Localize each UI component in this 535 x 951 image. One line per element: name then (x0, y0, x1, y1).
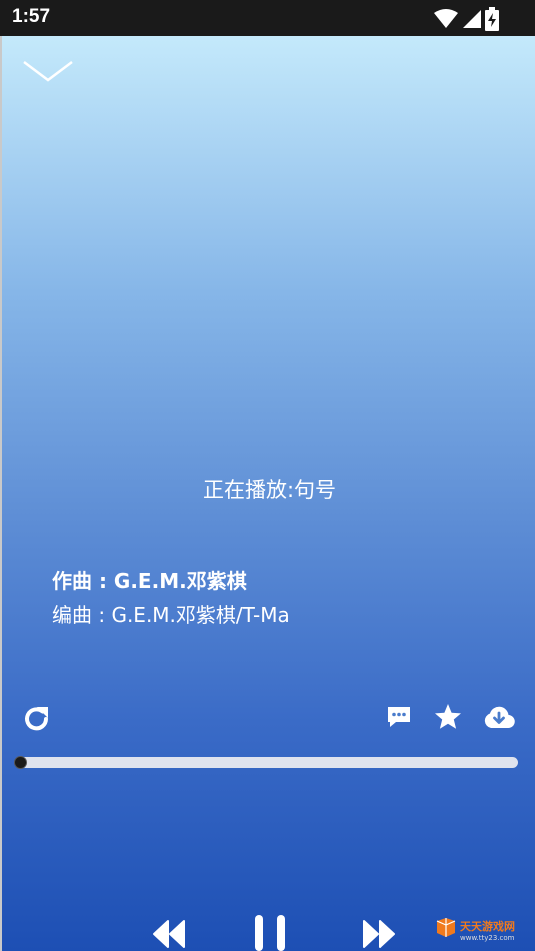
status-icons (433, 7, 499, 31)
arranger-credit: 编曲 : G.E.M.邓紫棋/T-Ma (52, 603, 290, 627)
player-screen: 正在播放:句号 作曲 : G.E.M.邓紫棋 编曲 : G.E.M.邓紫棋/T-… (0, 36, 535, 951)
composer-credit: 作曲 : G.E.M.邓紫棋 (52, 569, 247, 593)
download-cloud-icon[interactable] (483, 704, 515, 730)
watermark-title: 天天游戏网 (460, 919, 515, 933)
watermark-url: www.tty23.com (460, 934, 515, 942)
status-bar: 1:57 (0, 0, 535, 36)
now-playing-label: 正在播放:句号 (202, 478, 337, 502)
song-credits: 作曲 : G.E.M.邓紫棋 编曲 : G.E.M.邓紫棋/T-Ma (52, 564, 290, 632)
battery-charging-icon (485, 7, 499, 31)
favorite-star-icon[interactable] (434, 703, 462, 731)
collapse-chevron-icon[interactable] (22, 58, 74, 86)
wifi-icon (434, 9, 458, 28)
status-time: 1:57 (12, 6, 51, 27)
signal-icon (463, 10, 481, 28)
repeat-icon[interactable] (22, 704, 52, 734)
next-icon[interactable] (362, 919, 396, 949)
previous-icon[interactable] (152, 919, 186, 949)
comment-icon[interactable] (386, 704, 412, 730)
watermark-logo: 天天游戏网 www.tty23.com (436, 918, 515, 942)
progress-bar[interactable] (14, 756, 518, 769)
progress-knob[interactable] (14, 756, 27, 769)
pause-icon[interactable] (252, 911, 288, 951)
